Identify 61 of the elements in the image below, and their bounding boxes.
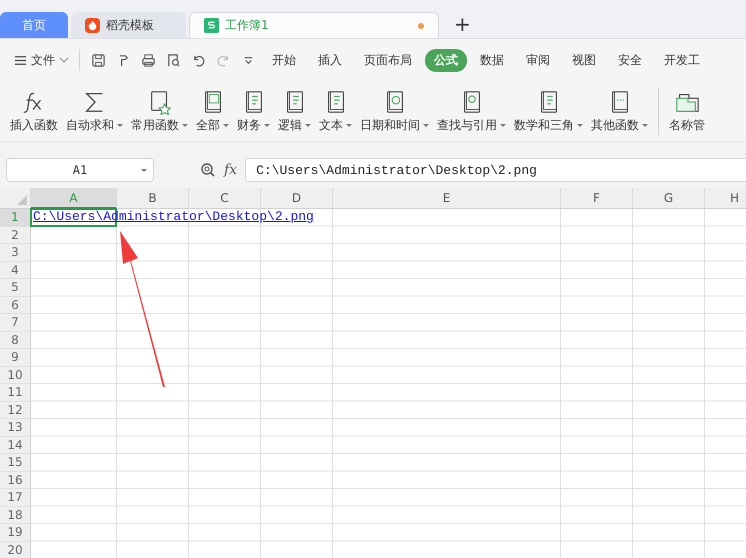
column-header[interactable]: E — [333, 188, 561, 209]
ribbon-button[interactable]: 其他函数 — [587, 88, 652, 134]
row-header[interactable]: 16 — [0, 472, 31, 489]
document-tab[interactable]: 工作簿1 — [189, 12, 439, 38]
formula-input[interactable]: C:\Users\Administrator\Desktop\2.png — [245, 158, 746, 182]
ribbon-button[interactable]: 数学和三角 — [510, 88, 587, 134]
row-header[interactable]: 12 — [0, 402, 31, 419]
ribbon-button[interactable]: 全部 — [192, 88, 233, 134]
ribbon-button[interactable]: 财务 — [233, 88, 274, 134]
row-header[interactable]: 7 — [0, 314, 31, 332]
row-header[interactable]: 20 — [0, 542, 31, 558]
row-header[interactable]: 9 — [0, 349, 31, 366]
row-header[interactable]: 14 — [0, 436, 31, 454]
row-header[interactable]: 10 — [0, 366, 31, 384]
row-header[interactable]: 18 — [0, 506, 31, 524]
zoom-icon[interactable] — [200, 162, 216, 178]
column-header[interactable]: D — [261, 188, 333, 209]
ribbon-button[interactable]: 插入函数 — [6, 88, 62, 134]
row-header[interactable]: 5 — [0, 279, 31, 296]
ribbon-tab[interactable]: 数据 — [471, 48, 513, 72]
ribbon-tab[interactable]: 视图 — [563, 48, 605, 72]
unsaved-dot — [418, 22, 424, 28]
print-icon[interactable] — [141, 52, 156, 68]
row-header[interactable]: 11 — [0, 384, 31, 402]
print-preview-icon[interactable] — [166, 52, 181, 68]
row-header[interactable]: 19 — [0, 524, 31, 542]
row-header[interactable]: 13 — [0, 419, 31, 436]
column-header[interactable]: G — [633, 188, 705, 209]
row-header[interactable]: 4 — [0, 262, 31, 279]
row-header[interactable]: 3 — [0, 244, 31, 262]
ribbon-tab[interactable]: 开始 — [263, 48, 305, 72]
row-header[interactable]: 15 — [0, 454, 31, 472]
document-tab[interactable]: 稻壳模板 — [71, 12, 186, 38]
row-header[interactable]: 8 — [0, 332, 31, 349]
ribbon-button[interactable]: 名称管 — [665, 88, 709, 134]
name-box[interactable]: A1 — [6, 158, 154, 182]
ribbon-tab[interactable]: 插入 — [309, 48, 351, 72]
row-header[interactable]: 17 — [0, 489, 31, 506]
spreadsheet-icon — [204, 18, 219, 33]
flame-icon — [85, 18, 100, 32]
ribbon-tab[interactable]: 页面布局 — [355, 48, 421, 72]
row-header[interactable]: 6 — [0, 296, 31, 314]
ribbon-button[interactable]: 逻辑 — [274, 88, 315, 134]
function-label[interactable]: fx — [224, 162, 238, 178]
new-tab-button[interactable]: + — [442, 10, 483, 38]
ribbon-button[interactable]: 自动求和 — [62, 88, 127, 134]
ribbon-button[interactable]: 常用函数 — [127, 88, 192, 134]
file-menu[interactable]: 文件 — [10, 52, 73, 68]
menu-icon — [14, 54, 27, 66]
row-header[interactable]: 2 — [0, 226, 31, 244]
ribbon-button[interactable]: 文本 — [315, 88, 356, 134]
save-icon[interactable] — [91, 52, 106, 68]
column-header[interactable]: B — [117, 188, 189, 209]
ribbon-tab[interactable]: 审阅 — [517, 48, 559, 72]
ribbon-button[interactable]: 日期和时间 — [356, 88, 433, 134]
ribbon-tab[interactable]: 安全 — [609, 48, 651, 72]
column-header[interactable]: C — [189, 188, 261, 209]
column-header[interactable]: F — [561, 188, 633, 209]
ribbon-tab[interactable]: 开发工 — [655, 48, 709, 72]
chevron-icon — [59, 55, 69, 65]
ribbon-button[interactable]: 查找与引用 — [433, 88, 510, 134]
